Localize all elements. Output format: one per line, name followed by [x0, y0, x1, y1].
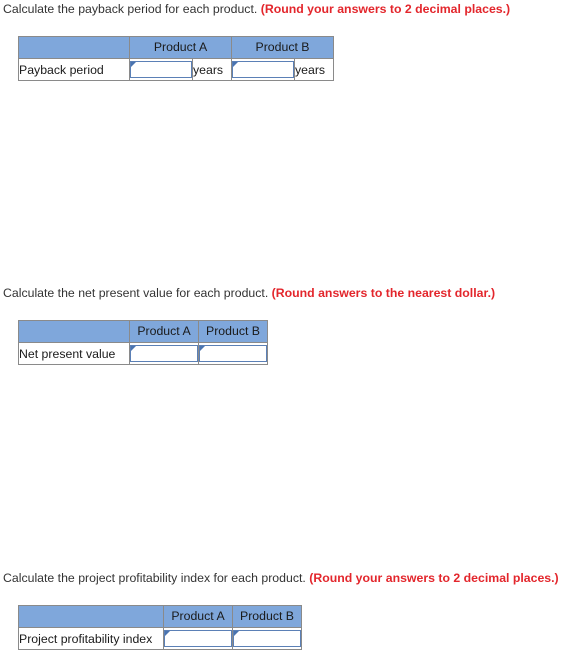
question-section-payback: Calculate the payback period for each pr… — [0, 2, 574, 81]
table-row: Net present value — [18, 342, 268, 365]
inputbox-npv-product-a[interactable] — [130, 345, 198, 362]
cell-npv-product-a — [129, 342, 199, 365]
table-npv: Product A Product B Net present value — [18, 320, 268, 365]
inputbox-payback-product-a[interactable] — [130, 61, 192, 78]
header-product-a: Product A — [163, 605, 233, 628]
input-ppi-product-a[interactable] — [165, 631, 231, 646]
header-corner-blank — [18, 320, 130, 343]
prompt-payback-note: (Round your answers to 2 decimal places.… — [260, 2, 511, 16]
prompt-npv-text: Calculate the net present value for each… — [3, 286, 272, 300]
header-product-a: Product A — [129, 320, 199, 343]
table-wrapper-ppi: Product A Product B Project profitabilit… — [18, 605, 302, 650]
cell-payback-product-b — [231, 58, 295, 81]
header-corner-blank — [18, 605, 164, 628]
input-payback-product-b[interactable] — [233, 62, 293, 77]
inputbox-payback-product-b[interactable] — [232, 61, 294, 78]
prompt-npv-note: (Round answers to the nearest dollar.) — [271, 286, 496, 300]
row-label-net-present-value: Net present value — [18, 342, 130, 365]
question-section-npv: Calculate the net present value for each… — [0, 286, 574, 365]
inputbox-ppi-product-a[interactable] — [164, 630, 232, 647]
unit-payback-product-a: years — [192, 58, 232, 81]
prompt-ppi-note: (Round your answers to 2 decimal places.… — [309, 571, 559, 585]
input-npv-product-a[interactable] — [131, 346, 197, 361]
prompt-ppi-text: Calculate the project profitability inde… — [3, 571, 310, 585]
table-header-row: Product A Product B — [18, 320, 268, 343]
prompt-payback: Calculate the payback period for each pr… — [0, 2, 574, 17]
input-ppi-product-b[interactable] — [234, 631, 300, 646]
header-product-b: Product B — [232, 605, 302, 628]
header-product-b: Product B — [231, 36, 334, 59]
table-wrapper-payback: Product A Product B Payback period years — [18, 36, 334, 81]
inputbox-npv-product-b[interactable] — [199, 345, 267, 362]
row-label-payback-period: Payback period — [18, 58, 130, 81]
header-product-a: Product A — [129, 36, 232, 59]
cell-ppi-product-a — [163, 627, 233, 650]
unit-payback-product-b: years — [294, 58, 334, 81]
table-row: Payback period years years — [18, 58, 334, 81]
input-payback-product-a[interactable] — [131, 62, 191, 77]
cell-payback-product-a — [129, 58, 193, 81]
inputbox-ppi-product-b[interactable] — [233, 630, 301, 647]
cell-npv-product-b — [198, 342, 268, 365]
prompt-ppi: Calculate the project profitability inde… — [0, 571, 574, 586]
prompt-npv: Calculate the net present value for each… — [0, 286, 574, 301]
table-payback: Product A Product B Payback period years — [18, 36, 334, 81]
row-label-project-profitability-index: Project profitability index — [18, 627, 164, 650]
prompt-payback-text: Calculate the payback period for each pr… — [3, 2, 261, 16]
question-section-ppi: Calculate the project profitability inde… — [0, 571, 574, 650]
table-wrapper-npv: Product A Product B Net present value — [18, 320, 268, 365]
table-row: Project profitability index — [18, 627, 302, 650]
table-header-row: Product A Product B — [18, 36, 334, 59]
table-ppi: Product A Product B Project profitabilit… — [18, 605, 302, 650]
input-npv-product-b[interactable] — [200, 346, 266, 361]
header-corner-blank — [18, 36, 130, 59]
cell-ppi-product-b — [232, 627, 302, 650]
header-product-b: Product B — [198, 320, 268, 343]
table-header-row: Product A Product B — [18, 605, 302, 628]
